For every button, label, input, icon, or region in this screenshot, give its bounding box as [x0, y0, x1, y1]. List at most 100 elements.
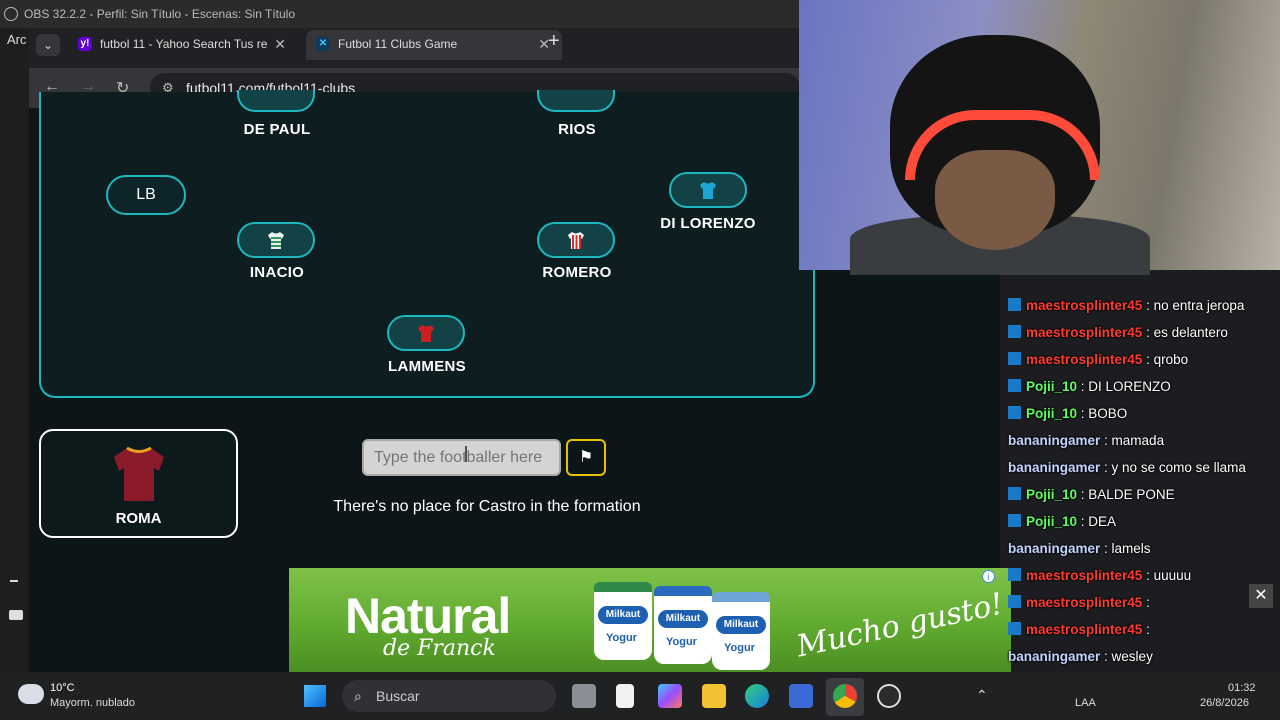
player-name: ROMERO	[542, 264, 612, 281]
ad-variant: Yogur	[666, 636, 697, 648]
tray-chevron-icon[interactable]: ⌃	[976, 687, 988, 704]
file-icon[interactable]	[616, 684, 634, 708]
club-name: ROMA	[115, 510, 162, 527]
chat-text: : BALDE PONE	[1080, 487, 1175, 502]
ad-brand: de Franck	[383, 636, 496, 661]
chat-message: bananingamer : y no se como se llama	[1008, 460, 1246, 475]
store-icon[interactable]	[789, 684, 813, 708]
yahoo-icon: y!	[78, 37, 92, 51]
player-name: DE PAUL	[243, 121, 311, 138]
text-cursor-icon	[465, 446, 467, 462]
chat-text: : wesley	[1104, 649, 1153, 664]
platform-badge-icon	[1008, 298, 1021, 311]
chat-message: Pojii_10 : BOBO	[1008, 406, 1127, 421]
windows-start-icon[interactable]	[304, 685, 326, 707]
player-slot-rios	[537, 90, 615, 112]
obs-title-text: OBS 32.2.2 - Perfil: Sin Título - Escena…	[24, 7, 296, 21]
search-icon: ⌕	[354, 688, 362, 704]
jersey-icon	[418, 325, 434, 342]
weather-desc[interactable]: Mayorm. nublado	[50, 697, 135, 709]
tab-yahoo-search[interactable]: y! futbol 11 - Yahoo Search Tus re ✕	[68, 30, 298, 60]
chat-username: Pojii_10	[1026, 514, 1078, 529]
chat-username: bananingamer	[1008, 433, 1101, 448]
chat-message: bananingamer : lamels	[1008, 541, 1151, 556]
obs-sidebar: Arc	[0, 28, 29, 674]
futbol11-icon: ✕	[316, 37, 330, 51]
jersey-icon	[700, 182, 716, 199]
edge-icon[interactable]	[745, 684, 769, 708]
close-icon[interactable]: ✕	[274, 30, 286, 58]
camera-icon[interactable]	[9, 610, 23, 620]
platform-badge-icon	[1008, 352, 1021, 365]
chat-username: maestrosplinter45	[1026, 595, 1143, 610]
chat-text: : uuuuu	[1146, 568, 1192, 583]
close-icon[interactable]: ✕	[1249, 584, 1273, 608]
ad-product: Milkaut	[716, 616, 766, 634]
flag-icon: ⚑	[578, 449, 594, 466]
taskbar-search[interactable]: ⌕ Buscar	[342, 680, 556, 712]
ad-variant: Yogur	[724, 642, 755, 654]
chat-text: : BOBO	[1080, 406, 1128, 421]
tab-search-dropdown[interactable]: ⌄	[36, 34, 60, 56]
footballer-search-input[interactable]	[362, 439, 561, 476]
chat-text: : qrobo	[1146, 352, 1189, 367]
platform-badge-icon	[1008, 622, 1021, 635]
chat-text: : lamels	[1104, 541, 1151, 556]
file-explorer-icon[interactable]	[702, 684, 726, 708]
jersey-icon	[268, 232, 284, 249]
ad-product: Milkaut	[658, 610, 708, 628]
chat-username: Pojii_10	[1026, 406, 1078, 421]
taskbar	[0, 672, 1280, 720]
ad-variant: Yogur	[606, 632, 637, 644]
tab-futbol11-clubs[interactable]: ✕ Futbol 11 Clubs Game ✕	[306, 30, 562, 60]
chat-message: maestrosplinter45 : qrobo	[1008, 352, 1188, 367]
give-up-button[interactable]: ⚑	[566, 439, 606, 476]
chat-text: : DI LORENZO	[1080, 379, 1171, 394]
player-name: DI LORENZO	[660, 215, 756, 232]
language-indicator[interactable]: LAA	[1075, 697, 1096, 709]
player-slot-lammens	[387, 315, 465, 351]
status-message: There's no place for Castro in the forma…	[333, 498, 641, 515]
chat-message: Pojii_10 : DEA	[1008, 514, 1116, 529]
obs-title-bar: OBS 32.2.2 - Perfil: Sin Título - Escena…	[0, 0, 800, 28]
chat-message: maestrosplinter45 : no entra jeropa	[1008, 298, 1244, 313]
chat-username: maestrosplinter45	[1026, 352, 1143, 367]
chat-text: :	[1146, 622, 1150, 637]
chat-text: : no entra jeropa	[1146, 298, 1245, 313]
chat-username: maestrosplinter45	[1026, 622, 1143, 637]
platform-badge-icon	[1008, 487, 1021, 500]
new-tab-button[interactable]: +	[548, 30, 560, 53]
jersey-icon	[568, 232, 584, 249]
chat-username: Pojii_10	[1026, 487, 1078, 502]
chat-message: Pojii_10 : DI LORENZO	[1008, 379, 1171, 394]
player-name: INACIO	[249, 264, 305, 281]
chat-text: : mamada	[1104, 433, 1165, 448]
chat-message: maestrosplinter45 :	[1008, 595, 1150, 610]
chat-username: bananingamer	[1008, 649, 1101, 664]
game-page-extension	[800, 270, 1000, 570]
yogurt-cup-image: Milkaut Yogur	[712, 592, 770, 670]
minimize-icon[interactable]	[10, 580, 18, 582]
empty-slot-lb[interactable]: LB	[106, 175, 186, 215]
task-view-icon[interactable]	[572, 684, 596, 708]
clock-time[interactable]: 01:32	[1228, 682, 1256, 694]
platform-badge-icon	[1008, 406, 1021, 419]
chrome-icon[interactable]	[833, 684, 857, 708]
player-slot-inacio	[237, 222, 315, 258]
obs-icon[interactable]	[877, 684, 901, 708]
chat-message: Pojii_10 : BALDE PONE	[1008, 487, 1175, 502]
player-slot-romero	[537, 222, 615, 258]
chat-message: maestrosplinter45 :	[1008, 622, 1150, 637]
player-slot-de-paul	[237, 90, 315, 112]
yogurt-cup-image: Milkaut Yogur	[594, 582, 652, 660]
ad-product: Milkaut	[598, 606, 648, 624]
chat-username: maestrosplinter45	[1026, 298, 1143, 313]
obs-menu-item[interactable]: Arc	[7, 32, 27, 47]
clock-date[interactable]: 26/8/2026	[1200, 697, 1249, 709]
microsoft365-icon[interactable]	[658, 684, 682, 708]
weather-icon[interactable]	[18, 684, 44, 704]
weather-temp[interactable]: 10°C	[50, 682, 75, 694]
chat-message: bananingamer : wesley	[1008, 649, 1153, 664]
chat-username: maestrosplinter45	[1026, 568, 1143, 583]
ad-info-icon[interactable]: i	[982, 570, 995, 583]
